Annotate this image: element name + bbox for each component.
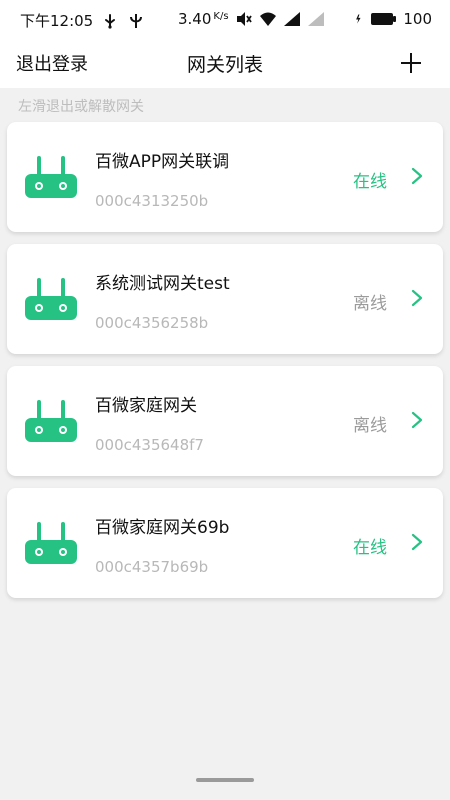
battery-icon — [371, 13, 397, 25]
gateway-status: 在线 — [353, 172, 387, 192]
gateway-status: 离线 — [353, 416, 387, 436]
status-time: 下午12:05 — [20, 12, 94, 30]
chevron-right-icon — [411, 411, 423, 429]
chevron-right-icon — [411, 167, 423, 185]
wifi-icon — [259, 12, 276, 26]
gateway-id: 000c4357b69b — [95, 558, 209, 576]
home-indicator — [196, 778, 254, 782]
gateway-name: 系统测试网关test — [95, 274, 230, 294]
swipe-hint: 左滑退出或解散网关 — [18, 99, 144, 115]
network-speed: 3.40 — [178, 10, 212, 28]
gateway-card[interactable]: 百微家庭网关69b 000c4357b69b 在线 — [7, 488, 443, 598]
battery-level: 100 — [403, 10, 432, 28]
psi-icon — [130, 13, 143, 28]
usb-icon — [105, 13, 116, 29]
network-speed-unit: K/s — [213, 10, 229, 22]
gateway-card[interactable]: 系统测试网关test 000c4356258b 离线 — [7, 244, 443, 354]
add-gateway-button[interactable] — [396, 48, 426, 78]
gateway-card[interactable]: 百微家庭网关 000c435648f7 离线 — [7, 366, 443, 476]
chevron-right-icon — [411, 533, 423, 551]
router-icon — [25, 278, 77, 320]
mute-icon — [236, 12, 252, 26]
chevron-right-icon — [411, 289, 423, 307]
gateway-name: 百微家庭网关 — [95, 396, 197, 416]
gateway-name: 百微APP网关联调 — [95, 152, 230, 172]
signal-icon-2 — [307, 12, 324, 26]
signal-icon — [283, 12, 300, 26]
router-icon — [25, 400, 77, 442]
page-title: 网关列表 — [186, 54, 263, 76]
charging-icon — [356, 14, 361, 24]
status-left: 下午12:05 — [20, 10, 145, 31]
app-header: 退出登录 网关列表 — [0, 40, 450, 88]
gateway-id: 000c4313250b — [95, 192, 209, 210]
router-icon — [25, 522, 77, 564]
plus-icon — [401, 53, 421, 73]
gateway-status: 在线 — [353, 538, 387, 558]
gateway-card[interactable]: 百微APP网关联调 000c4313250b 在线 — [7, 122, 443, 232]
gateway-list: 百微APP网关联调 000c4313250b 在线 系统测试网关test 000… — [7, 122, 443, 610]
status-bar: 下午12:05 3.40 K/s 100 — [0, 0, 450, 40]
status-right: 100 — [355, 10, 432, 28]
gateway-id: 000c435648f7 — [95, 436, 204, 454]
status-center: 3.40 K/s — [178, 10, 325, 28]
gateway-id: 000c4356258b — [95, 314, 209, 332]
gateway-name: 百微家庭网关69b — [95, 518, 230, 538]
gateway-status: 离线 — [353, 294, 387, 314]
router-icon — [25, 156, 77, 198]
